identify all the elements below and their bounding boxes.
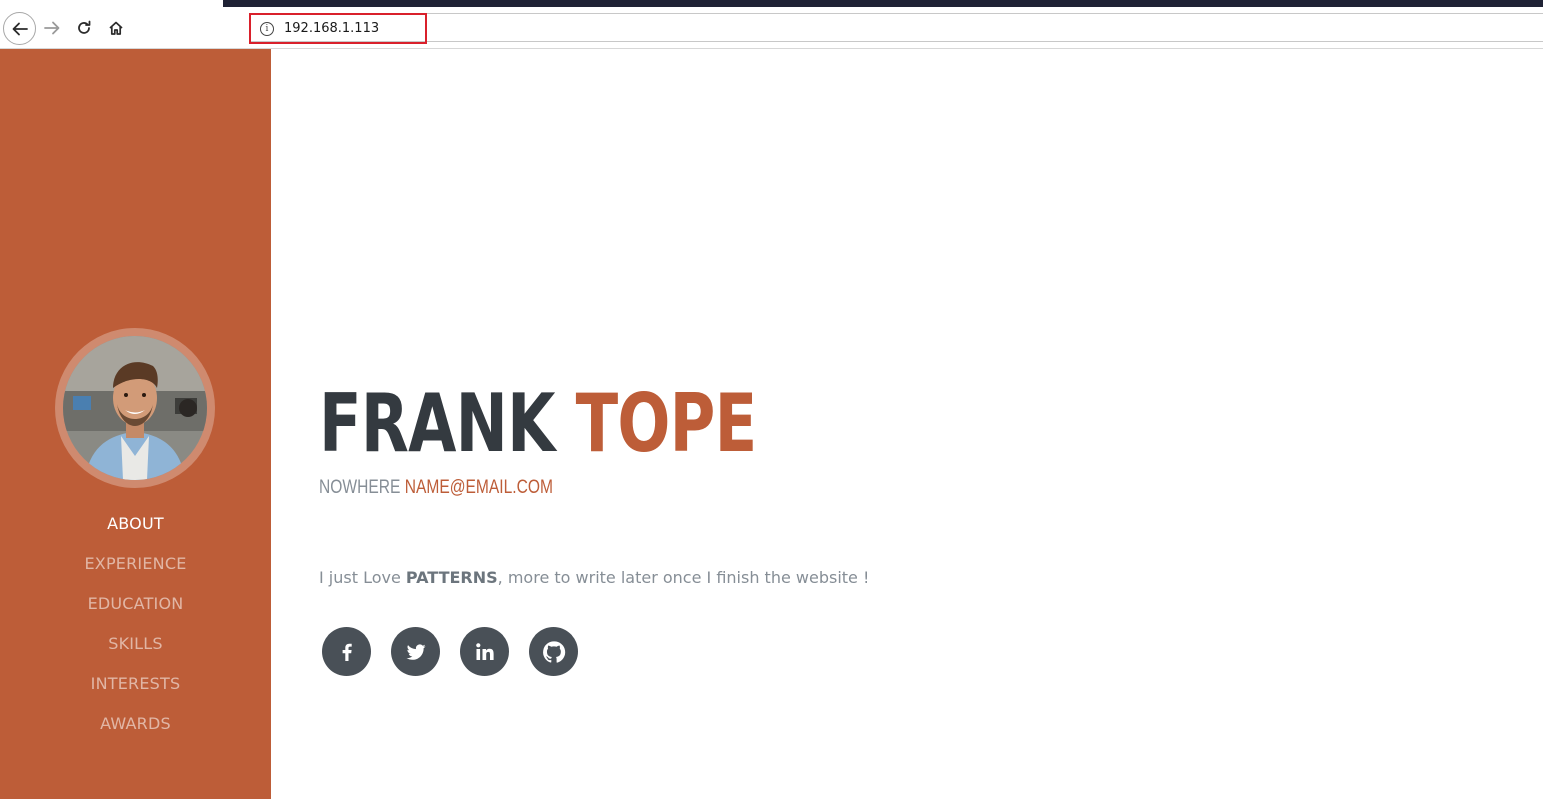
reload-icon — [78, 20, 91, 34]
github-icon — [542, 640, 565, 663]
url-text[interactable]: 192.168.1.113 — [284, 21, 379, 36]
browser-tab-strip — [223, 0, 1543, 7]
sidebar-item-about[interactable]: ABOUT — [0, 509, 271, 549]
avatar[interactable] — [63, 336, 207, 480]
sidebar: ABOUT EXPERIENCE EDUCATION SKILLS INTERE… — [0, 49, 271, 799]
intro-text-end: , more to write later once I finish the … — [497, 568, 870, 587]
reload-button[interactable] — [68, 12, 100, 44]
sidebar-menu: ABOUT EXPERIENCE EDUCATION SKILLS INTERE… — [0, 509, 271, 749]
about-section: FRANK TOPE NOWHERE NAME@EMAIL.COM I just… — [271, 49, 1543, 799]
first-name: FRANK — [319, 377, 555, 470]
address-bar[interactable] — [249, 13, 1543, 42]
home-icon — [109, 21, 123, 35]
sidebar-item-skills[interactable]: SKILLS — [0, 629, 271, 669]
facebook-icon — [342, 643, 352, 661]
contact-subheading: NOWHERE NAME@EMAIL.COM — [319, 477, 553, 499]
sidebar-item-experience[interactable]: EXPERIENCE — [0, 549, 271, 589]
back-arrow-icon — [12, 22, 28, 35]
facebook-link[interactable] — [322, 627, 371, 676]
sidebar-item-interests[interactable]: INTERESTS — [0, 669, 271, 709]
intro-text-start: I just Love — [319, 568, 406, 587]
email-link[interactable]: NAME@EMAIL.COM — [405, 477, 553, 498]
last-name: TOPE — [575, 377, 758, 470]
home-button[interactable] — [100, 12, 132, 44]
url-field[interactable]: i 192.168.1.113 — [249, 13, 427, 44]
sidebar-item-education[interactable]: EDUCATION — [0, 589, 271, 629]
twitter-link[interactable] — [391, 627, 440, 676]
linkedin-link[interactable] — [460, 627, 509, 676]
intro-text-bold: PATTERNS — [405, 568, 498, 587]
github-link[interactable] — [529, 627, 578, 676]
sidebar-item-awards[interactable]: AWARDS — [0, 709, 271, 749]
twitter-icon — [406, 643, 425, 660]
back-button[interactable] — [3, 12, 36, 45]
forward-button[interactable] — [36, 12, 68, 44]
linkedin-icon — [475, 642, 494, 660]
social-icons — [322, 627, 578, 676]
profile-photo — [63, 336, 207, 480]
intro-text: I just Love PATTERNS, more to write late… — [319, 568, 869, 587]
avatar-frame — [55, 328, 215, 488]
browser-toolbar: i 192.168.1.113 — [0, 0, 1543, 49]
info-icon[interactable]: i — [260, 21, 274, 36]
forward-arrow-icon — [44, 21, 60, 35]
location-text: NOWHERE — [319, 477, 401, 498]
page-title: FRANK TOPE — [319, 377, 758, 470]
